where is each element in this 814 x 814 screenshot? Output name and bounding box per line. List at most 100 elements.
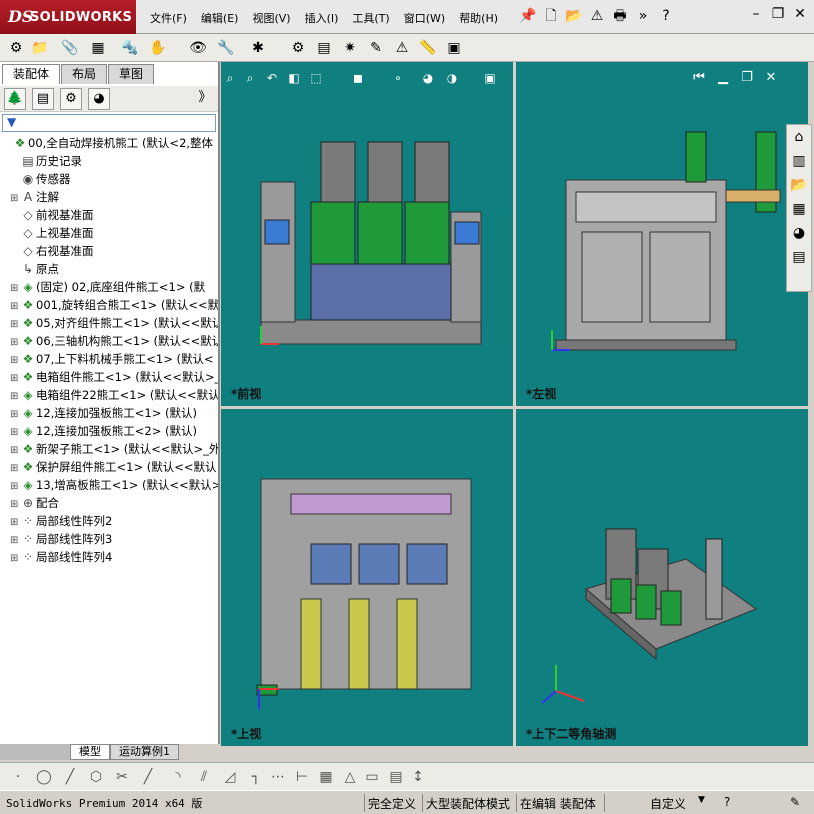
filter-icon[interactable]: ▼ [7,115,16,129]
construction-line-icon[interactable]: ╱ [138,767,158,787]
smart-fastener-icon[interactable]: 🔩 [120,38,140,58]
tree-node[interactable]: ⊞ ◈ 12,连接加强板熊工<2> (默认) [10,422,197,440]
table-icon[interactable]: ▤ [386,767,406,787]
tab-layout[interactable]: 布局 [61,64,108,84]
tree-node[interactable]: ⊞ ⁘ 局部线性阵列2 [10,512,112,530]
menu-file[interactable]: 文件(F) [150,10,187,26]
edit-appearance-icon[interactable]: ◕ [420,70,436,86]
tree-node[interactable]: ⊞ ◈ 12,连接加强板熊工<1> (默认) [10,404,197,422]
tree-expander-icon[interactable]: ⊞ [10,550,20,568]
tree-node[interactable]: ⊞ ❖ 保护屏组件熊工<1> (默认<<默认 [10,458,217,476]
tree-node[interactable]: ⊞ ❖ 电箱组件熊工<1> (默认<<默认>_ [10,368,218,386]
insert-component-icon[interactable]: 📁 [30,38,50,58]
previous-view-icon[interactable]: ↶ [264,70,280,86]
line-icon[interactable]: ╱ [60,767,80,787]
show-hidden-icon[interactable]: 👁 [188,38,208,58]
custom-properties-icon[interactable]: ▤ [787,245,811,269]
help-icon[interactable]: ? [656,6,676,26]
tree-node[interactable]: ⊞ ❖ 001,旋转组合熊工<1> (默认<<默 [10,296,218,314]
exploded-view-icon[interactable]: ✷ [340,38,360,58]
new-document-icon[interactable]: 🗋 [541,6,561,26]
grid-icon[interactable]: ▦ [316,767,336,787]
tree-node[interactable]: ⊞ ◈ 13,增高板熊工<1> (默认<<默认> [10,476,218,494]
print-icon[interactable]: 🖶 [610,6,630,26]
menu-window[interactable]: 窗口(W) [404,10,445,26]
viewport-top[interactable]: *上视 [221,409,513,746]
rebuild-icon[interactable]: ⚠ [587,6,607,26]
tree-node[interactable]: ⊞ ❖ 新架子熊工<1> (默认<<默认>_外 [10,440,218,458]
close-viewport-icon[interactable]: ✕ [764,70,778,85]
bill-of-materials-icon[interactable]: ▤ [314,38,334,58]
axis-icon[interactable]: ↕ [408,767,428,787]
section-view-icon[interactable]: ◧ [286,70,302,86]
clearance-verification-icon[interactable]: 📏 [418,38,438,58]
units-dropdown-icon[interactable]: ▼ [698,795,705,805]
view-settings-icon[interactable]: ▣ [482,70,498,86]
zoom-area-icon[interactable]: ⌕ [242,70,258,86]
point-icon[interactable]: · [8,767,28,787]
triangle-icon[interactable]: △ [340,767,360,787]
solidworks-resources-icon[interactable]: ⌂ [787,125,811,149]
tree-node[interactable]: ◇ 前视基准面 [10,206,93,224]
tree-node[interactable]: ⊞ ⁘ 局部线性阵列4 [10,548,112,566]
tree-node[interactable]: ⊞ ⊕ 配合 [10,494,59,512]
tab-sketch[interactable]: 草图 [108,64,155,84]
edit-component-icon[interactable]: ⚙ [6,38,26,58]
close-icon[interactable]: ✕ [792,6,808,22]
view-palette-icon[interactable]: ▦ [787,197,811,221]
tree-node[interactable]: ⊞ ⁘ 局部线性阵列3 [10,530,112,548]
panel-overflow-icon[interactable]: 》 [194,88,216,110]
rectangle-icon[interactable]: ▭ [362,767,382,787]
reference-geometry-icon[interactable]: ✱ [248,38,268,58]
feature-tree-icon[interactable]: 🌲 [4,88,26,110]
explode-line-sketch-icon[interactable]: ✎ [366,38,386,58]
hole-alignment-icon[interactable]: ▣ [444,38,464,58]
hide-show-items-icon[interactable]: ∘ [390,70,406,86]
tab-assembly[interactable]: 装配体 [2,64,61,84]
appearances-icon[interactable]: ◕ [787,221,811,245]
restore-icon[interactable]: ❐ [770,6,786,22]
minimize-icon[interactable]: – [748,6,764,22]
arc-icon[interactable]: ◝ [168,767,188,787]
mirror-icon[interactable]: ◿ [220,767,240,787]
tree-node[interactable]: ◉ 传感器 [10,170,71,188]
units-selector[interactable]: 自定义 [650,795,686,812]
menu-edit[interactable]: 编辑(E) [201,10,239,26]
corner-icon[interactable]: ┐ [246,767,266,787]
minimize-viewport-icon[interactable]: ▁ [716,70,730,85]
tree-node[interactable]: ▤ 历史记录 [10,152,82,170]
tree-node[interactable]: ◇ 上视基准面 [10,224,93,242]
trim-icon[interactable]: ✂ [112,767,132,787]
move-component-icon[interactable]: ✋ [148,38,168,58]
tab-navigation-arrows[interactable] [0,744,70,760]
tree-filter[interactable]: ▼ [2,114,216,132]
help-status-icon[interactable]: ? [724,795,730,809]
viewport-isometric[interactable]: *上下二等角轴测 [516,409,808,746]
menu-tools[interactable]: 工具(T) [352,10,389,26]
design-library-icon[interactable]: ▥ [787,149,811,173]
linear-pattern-icon[interactable]: ▦ [88,38,108,58]
display-manager-icon[interactable]: ◕ [88,88,110,110]
property-manager-icon[interactable]: ▤ [32,88,54,110]
tab-model[interactable]: 模型 [70,744,110,760]
circle-icon[interactable]: ◯ [34,767,54,787]
tree-node[interactable]: ↳ 原点 [10,260,59,278]
tree-node[interactable]: ❖ 00,全自动焊接机熊工 (默认<2,整体 [2,134,213,152]
smart-dimension-icon[interactable]: ⊢ [292,767,312,787]
polygon-icon[interactable]: ⬡ [86,767,106,787]
solidworks-logo[interactable]: DS SOLIDWORKS [0,0,136,34]
previous-viewport-icon[interactable]: ⏮ [692,70,706,85]
viewport-left[interactable]: *左视 [516,62,808,406]
open-folder-icon[interactable]: 📂 [564,6,584,26]
new-motion-study-icon[interactable]: ⚙ [288,38,308,58]
overflow-icon[interactable]: » [633,6,653,26]
tree-node[interactable]: ⊞ ❖ 06,三轴机构熊工<1> (默认<<默认 [10,332,218,350]
pin-icon[interactable]: 📌 [518,6,538,26]
dimension-icon[interactable]: ⋯ [268,767,288,787]
assembly-features-icon[interactable]: 🔧 [216,38,236,58]
tree-node[interactable]: ⊞ A 注解 [10,188,59,206]
configuration-manager-icon[interactable]: ⚙ [60,88,82,110]
mate-icon[interactable]: 📎 [60,38,80,58]
tree-node[interactable]: ⊞ ❖ 05,对齐组件熊工<1> (默认<<默认 [10,314,218,332]
tree-node[interactable]: ⊞ ◈ 电箱组件22熊工<1> (默认<<默认 [10,386,218,404]
